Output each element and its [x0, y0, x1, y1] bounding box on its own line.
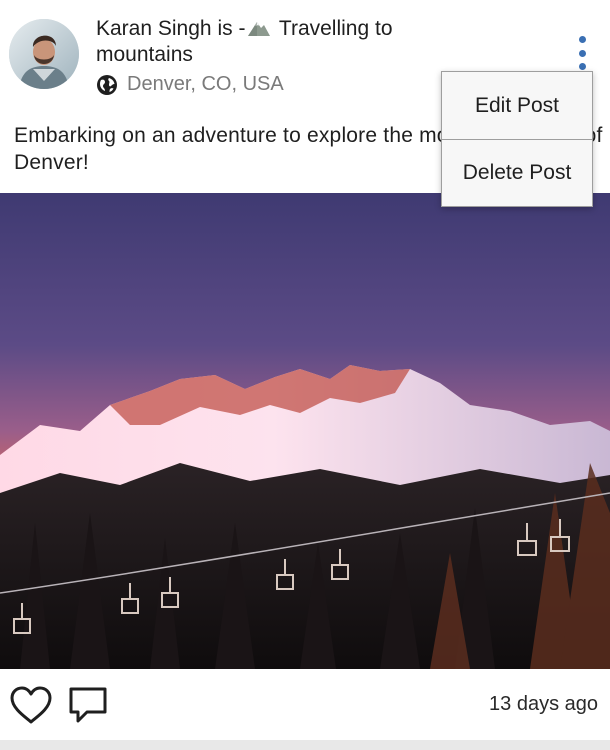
delete-post-menu-item[interactable]: Delete Post — [442, 139, 592, 206]
feed-divider — [0, 740, 610, 750]
post-card: Karan Singh is - Travelling to mountains… — [0, 0, 610, 740]
status-prefix: is - — [217, 17, 246, 40]
post-options-menu: Edit Post Delete Post — [441, 71, 593, 207]
mountain-emoji-icon — [248, 22, 271, 36]
ellipsis-dot — [578, 63, 586, 70]
post-timestamp: 13 days ago — [489, 693, 598, 715]
globe-icon — [97, 74, 117, 95]
post-author-status: Karan Singh is - Travelling to mountains — [96, 16, 436, 68]
comment-bubble-icon[interactable] — [68, 686, 108, 724]
ellipsis-dot — [578, 49, 586, 57]
post-actions: 13 days ago — [0, 669, 610, 740]
edit-post-menu-item[interactable]: Edit Post — [442, 72, 592, 139]
post-image[interactable] — [0, 193, 610, 669]
location-text: Denver, CO, USA — [127, 73, 284, 95]
heart-outline-icon[interactable] — [9, 685, 53, 725]
vertical-ellipsis-icon — [578, 36, 586, 43]
author-name[interactable]: Karan Singh — [96, 17, 212, 40]
more-options-button[interactable] — [574, 36, 590, 70]
location-row[interactable]: Denver, CO, USA — [96, 73, 284, 96]
avatar-image — [9, 19, 79, 89]
avatar[interactable] — [9, 19, 79, 89]
